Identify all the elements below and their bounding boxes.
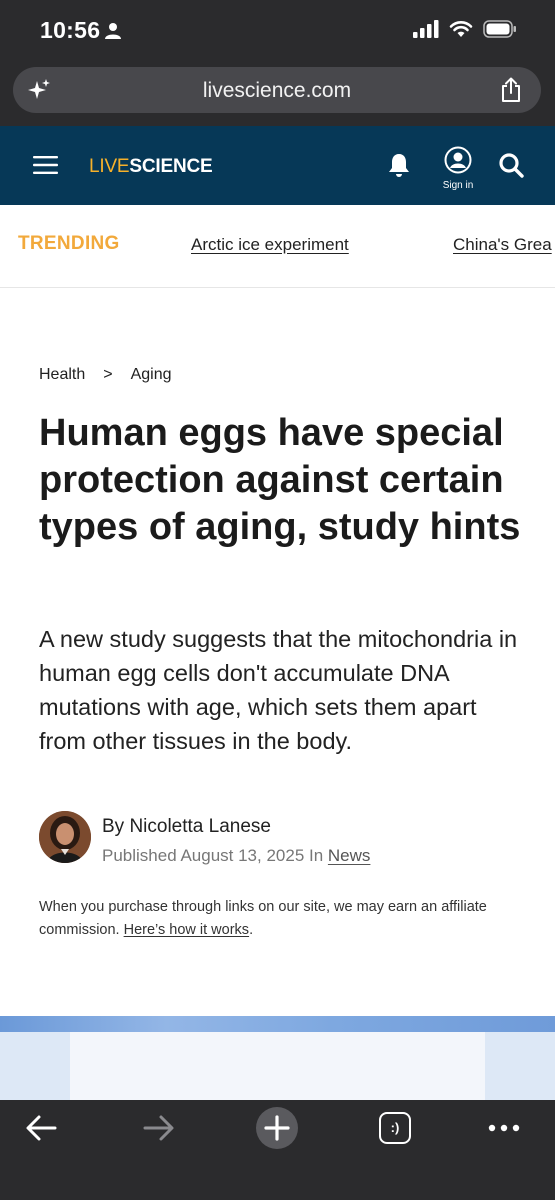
author-avatar[interactable] [39,811,91,863]
article-subtitle: A new study suggests that the mitochondr… [39,626,518,754]
hero-image-inner [70,1032,485,1100]
new-tab-button[interactable] [256,1107,298,1149]
url-text: livescience.com [202,79,352,102]
category-link[interactable]: News [328,846,371,865]
publish-date: Published August 13, 2025 In [102,846,328,865]
browser-toolbar: :) [0,1100,555,1200]
search-icon[interactable] [498,152,524,178]
hero-image-top [0,1016,555,1032]
trending-link[interactable]: Arctic ice experiment [191,235,349,255]
sign-in-label: Sign in [442,180,474,191]
status-icons [413,20,517,38]
bell-icon[interactable] [387,152,411,178]
publish-info: Published August 13, 2025 In News [102,846,370,866]
tabs-icon[interactable]: :) [379,1112,411,1144]
site-header: LIVESCIENCE Sign in [0,126,555,205]
plus-icon [264,1115,290,1141]
wifi-icon [449,21,473,37]
url-bar[interactable]: livescience.com [13,67,541,113]
affiliate-disclaimer: When you purchase through links on our s… [39,896,509,942]
share-icon[interactable] [499,77,523,103]
trending-bar: TRENDING Arctic ice experiment China's G… [0,205,555,288]
address-bar-area: livescience.com [0,62,555,126]
menu-icon[interactable] [33,155,58,175]
breadcrumb-health[interactable]: Health [39,366,85,384]
article-title: Human eggs have special protection again… [39,412,521,548]
logo-science: SCIENCE [129,156,213,177]
status-bar: 10:56 [0,0,555,62]
person-icon [105,23,121,39]
back-arrow-icon[interactable] [25,1114,57,1142]
logo-live: LIVE [89,156,130,177]
affiliate-text: When you purchase through links on our s… [39,899,487,938]
battery-icon [483,20,516,38]
status-time: 10:56 [40,17,101,43]
account-icon [444,146,472,174]
affiliate-period: . [249,922,254,938]
breadcrumb-aging[interactable]: Aging [131,366,172,384]
breadcrumb-separator: > [103,366,113,383]
forward-arrow-icon[interactable] [143,1114,175,1142]
site-logo[interactable]: LIVESCIENCE [89,156,213,178]
sign-in-button[interactable]: Sign in [440,146,476,191]
trending-label: TRENDING [18,233,120,254]
breadcrumb: Health > Aging [39,366,172,384]
more-icon[interactable] [488,1124,520,1132]
signal-icon [413,20,439,38]
affiliate-link[interactable]: Here’s how it works [124,922,249,938]
trending-link[interactable]: China's Grea [453,235,552,255]
author-byline[interactable]: By Nicoletta Lanese [102,816,271,838]
